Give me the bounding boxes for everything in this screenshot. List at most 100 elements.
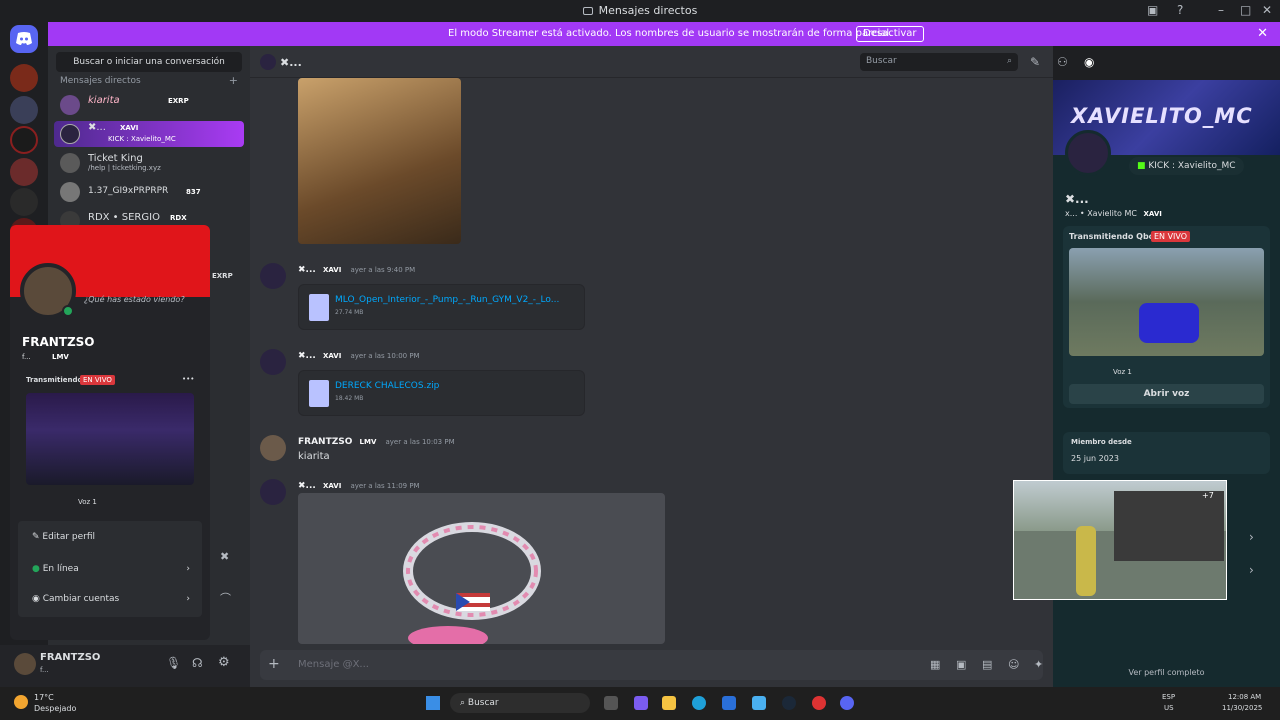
- avatar[interactable]: [14, 653, 36, 675]
- message-header: ✖... XAVI ayer a las 9:40 PM: [298, 265, 415, 275]
- apps-icon[interactable]: ✦: [1034, 658, 1043, 671]
- dismiss-icon[interactable]: ✖: [220, 550, 229, 563]
- dm-name: RDX • SERGIO: [88, 212, 160, 223]
- message-author[interactable]: FRANTZSO: [298, 437, 352, 447]
- pin-icon[interactable]: ✎: [1030, 55, 1040, 69]
- headphones-icon[interactable]: ☊: [192, 656, 203, 670]
- inbox-button[interactable]: ▣: [1147, 3, 1158, 17]
- message-author[interactable]: ✖...: [298, 481, 316, 491]
- server-icon[interactable]: [10, 64, 38, 92]
- voice-channel-label: Voz 1: [78, 498, 97, 506]
- chevron-right-icon[interactable]: ›: [1249, 563, 1254, 577]
- close-banner-button[interactable]: ✕: [1257, 26, 1268, 41]
- avatar[interactable]: [260, 479, 286, 505]
- find-conversation-button[interactable]: Buscar o iniciar una conversación: [56, 52, 242, 72]
- dm-item[interactable]: Ticket King /help | ticketking.xyz: [54, 150, 244, 176]
- emoji-icon[interactable]: ☺: [1008, 658, 1019, 671]
- sticker-icon[interactable]: ▤: [982, 658, 992, 671]
- message-author[interactable]: ✖...: [298, 265, 316, 275]
- shared-photo[interactable]: [298, 78, 461, 244]
- edit-profile-item[interactable]: ✎ Editar perfil: [18, 525, 202, 549]
- input-language[interactable]: ESP: [1162, 693, 1175, 701]
- dm-item[interactable]: 1.37_GI9xPRPRPR 837: [54, 179, 244, 205]
- task-view-icon[interactable]: [604, 696, 618, 710]
- attach-plus-icon[interactable]: +: [268, 656, 280, 672]
- file-name[interactable]: DERECK CHALECOS.zip: [335, 381, 439, 391]
- input-region[interactable]: US: [1164, 704, 1174, 712]
- chevron-right-icon[interactable]: ›: [1249, 530, 1254, 544]
- title-bar: Mensajes directos ▣ ? – □ ✕: [0, 0, 1280, 22]
- popout-menu: ✎ Editar perfil ● En línea › ◉ Cambiar cu…: [18, 521, 202, 617]
- server-icon[interactable]: [10, 126, 38, 154]
- steam-icon[interactable]: [782, 696, 796, 710]
- weather-icon[interactable]: [14, 695, 28, 709]
- app-icon[interactable]: [752, 696, 766, 710]
- overlay-character: [1076, 526, 1096, 596]
- discord-home-button[interactable]: [10, 25, 38, 53]
- windows-start-icon[interactable]: [426, 696, 440, 710]
- server-icon[interactable]: [10, 158, 38, 186]
- banner-name: XAVIELITO_MC: [1071, 104, 1253, 128]
- server-icon[interactable]: [10, 96, 38, 124]
- message-header: FRANTZSO LMV ayer a las 10:03 PM: [298, 437, 455, 447]
- dm-item-active[interactable]: ✖... XAVI KICK : Xavielito_MC: [54, 121, 244, 147]
- clock-date[interactable]: 11/30/2025: [1222, 704, 1262, 712]
- file-attachment[interactable]: MLO_Open_Interior_-_Pump_-_Run_GYM_V2_-_…: [298, 284, 585, 330]
- minimize-button[interactable]: –: [1218, 3, 1224, 17]
- message-author[interactable]: ✖...: [298, 351, 316, 361]
- file-explorer-icon[interactable]: [662, 696, 676, 710]
- server-icon[interactable]: [10, 188, 38, 216]
- status-bubble[interactable]: ¿Qué has estado viendo?: [84, 295, 200, 325]
- search-placeholder: Buscar: [866, 56, 897, 66]
- file-attachment[interactable]: DERECK CHALECOS.zip 18.42 MB: [298, 370, 585, 416]
- create-dm-button[interactable]: +: [229, 74, 238, 87]
- taskbar-search[interactable]: ⌕ Buscar: [450, 693, 590, 713]
- user-panel-name: FRANTZSO: [40, 652, 101, 663]
- close-window-button[interactable]: ✕: [1262, 3, 1272, 17]
- avatar[interactable]: [260, 263, 286, 289]
- clock-time[interactable]: 12:08 AM: [1228, 693, 1261, 701]
- join-voice-button[interactable]: Abrir voz: [1069, 384, 1264, 404]
- more-options-icon[interactable]: •••: [182, 375, 194, 383]
- status-item[interactable]: ● En línea ›: [18, 557, 202, 581]
- help-icon[interactable]: ?: [1177, 3, 1183, 17]
- avatar[interactable]: [260, 435, 286, 461]
- maximize-button[interactable]: □: [1240, 3, 1251, 17]
- stream-overlay[interactable]: +7: [1013, 480, 1227, 600]
- profile-popout: ¿Qué has estado viendo? FRANTZSO f... LM…: [10, 225, 210, 640]
- file-name[interactable]: MLO_Open_Interior_-_Pump_-_Run_GYM_V2_-_…: [335, 295, 559, 305]
- settings-gear-icon[interactable]: ⚙: [218, 655, 230, 670]
- gif-icon[interactable]: ▣: [956, 658, 966, 671]
- message-header: ✖... XAVI ayer a las 11:09 PM: [298, 481, 420, 491]
- inbox-icon: [582, 7, 593, 15]
- dm-item[interactable]: kiarita EXRP: [54, 92, 244, 118]
- user-profile-icon[interactable]: ◉: [1084, 55, 1094, 69]
- discord-logo-icon: [16, 32, 32, 45]
- server-tag: EXRP: [212, 272, 233, 280]
- header-search[interactable]: Buscar ⌕: [860, 53, 1018, 71]
- avatar[interactable]: [1065, 130, 1111, 176]
- store-icon[interactable]: [722, 696, 736, 710]
- dm-name: kiarita: [88, 95, 120, 106]
- deactivate-streamer-button[interactable]: Desactivar: [856, 26, 924, 42]
- copilot-icon[interactable]: [634, 696, 648, 710]
- add-friends-icon[interactable]: ⚇: [1057, 55, 1068, 69]
- connection-badge[interactable]: ■ KICK : Xavielito_MC: [1129, 157, 1244, 175]
- gift-icon[interactable]: ▦: [930, 658, 940, 671]
- microphone-icon[interactable]: 🎙︎: [166, 656, 181, 670]
- headphone-icon[interactable]: ⌒: [220, 590, 231, 606]
- switch-accounts-item[interactable]: ◉ Cambiar cuentas ›: [18, 587, 202, 611]
- stream-preview[interactable]: [1069, 248, 1264, 356]
- user-panel: FRANTZSO f... 🎙︎ ☊ ⚙: [0, 645, 250, 687]
- stream-preview[interactable]: [26, 393, 194, 485]
- app-icon[interactable]: [812, 696, 826, 710]
- server-tag: LMV: [359, 438, 377, 446]
- shared-image[interactable]: [298, 493, 665, 644]
- chain-necklace-image: [403, 522, 541, 644]
- avatar: [60, 95, 80, 115]
- edge-icon[interactable]: [692, 696, 706, 710]
- avatar[interactable]: [260, 349, 286, 375]
- discord-taskbar-icon[interactable]: [840, 696, 854, 710]
- view-full-profile-link[interactable]: Ver perfil completo: [1053, 668, 1280, 677]
- message-input[interactable]: + Mensaje @X... ▦ ▣ ▤ ☺ ✦: [260, 650, 1043, 680]
